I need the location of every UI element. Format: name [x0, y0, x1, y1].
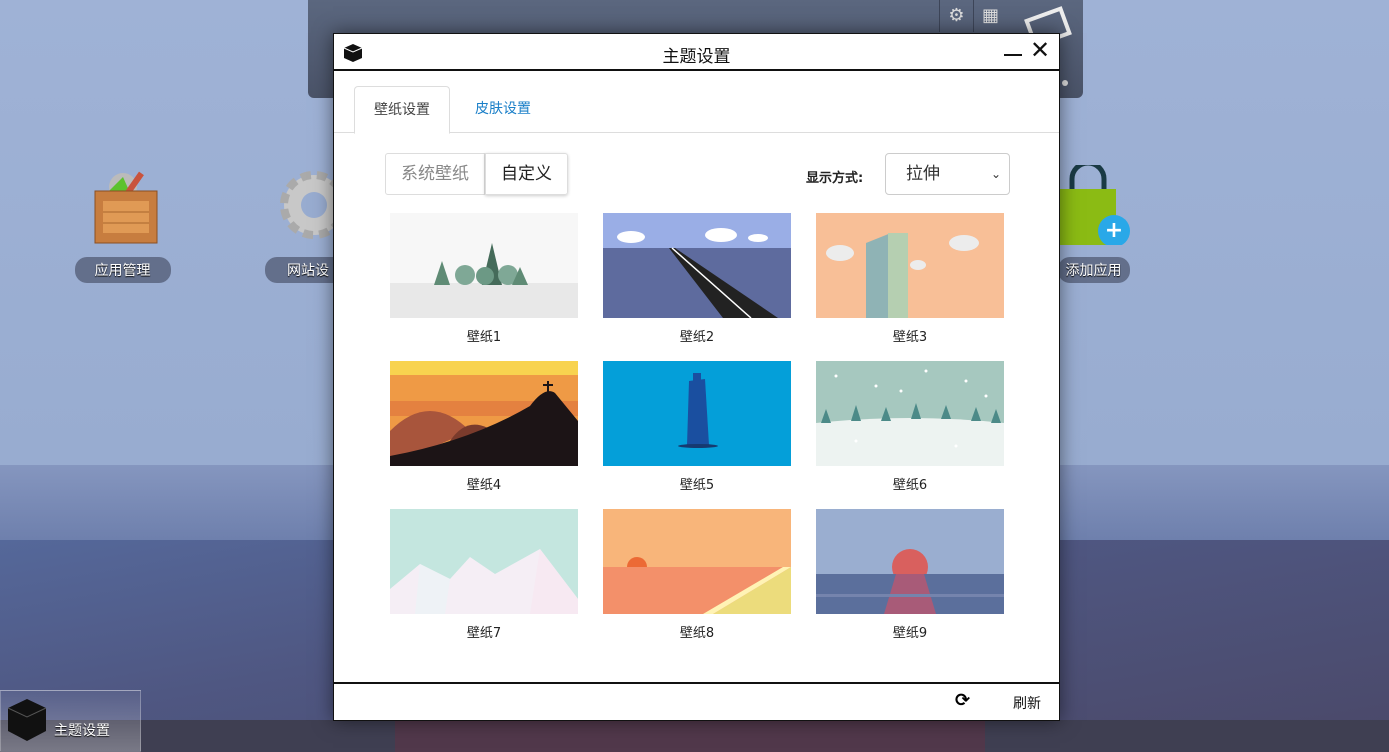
wallpaper-thumbnail — [390, 213, 578, 318]
minimize-button[interactable] — [1004, 54, 1022, 56]
cube-icon — [7, 699, 47, 741]
wallpaper-item[interactable]: 壁纸7 — [390, 509, 578, 641]
tab-skin-settings[interactable]: 皮肤设置 — [456, 86, 550, 134]
wallpaper-thumbnail — [816, 509, 1004, 614]
dialog-titlebar[interactable]: 主题设置 ✕ — [334, 34, 1059, 71]
wallpaper-caption: 壁纸5 — [679, 478, 715, 493]
wallpaper-item[interactable]: 壁纸9 — [816, 509, 1004, 641]
display-mode-value: 拉伸 — [906, 164, 940, 184]
display-mode-label: 显示方式: — [806, 171, 864, 186]
gear-icon — [280, 171, 342, 239]
dialog-footer: ⟳ 刷新 — [334, 682, 1059, 720]
wallpaper-item[interactable]: 壁纸5 — [603, 361, 791, 493]
wallpaper-item[interactable]: 壁纸6 — [816, 361, 1004, 493]
wallpaper-caption: 壁纸9 — [892, 626, 928, 641]
wallpaper-item[interactable]: 壁纸1 — [390, 213, 578, 345]
wallpaper-item[interactable]: 壁纸3 — [816, 213, 1004, 345]
wallpaper-caption: 壁纸7 — [466, 626, 502, 641]
wallpaper-item[interactable]: 壁纸4 — [390, 361, 578, 493]
wallpaper-thumbnail — [816, 361, 1004, 466]
refresh-button[interactable]: 刷新 — [1013, 693, 1041, 713]
close-button[interactable]: ✕ — [1030, 36, 1050, 64]
dialog-title: 主题设置 — [662, 47, 731, 67]
shopping-bag-plus-icon: + — [1060, 165, 1130, 245]
display-mode-select[interactable]: 拉伸 ⌄ — [885, 153, 1010, 195]
grid-icon[interactable]: ▦ — [973, 0, 1007, 32]
wallpaper-thumbnail — [603, 213, 791, 318]
wallpaper-grid: 壁纸1 壁纸2 壁纸3 壁纸4 壁纸5 壁纸6 壁纸7 壁纸8 壁纸9 — [390, 213, 1004, 641]
wallpaper-thumbnail — [603, 361, 791, 466]
theme-settings-dialog: 主题设置 ✕ 壁纸设置 皮肤设置 系统壁纸 自定义 显示方式: 拉伸 ⌄ 壁纸1… — [333, 33, 1060, 721]
settings-gear-icon[interactable]: ⚙ — [939, 0, 973, 32]
wallpaper-thumbnail — [816, 213, 1004, 318]
desktop-icon-label: 应用管理 — [74, 257, 171, 283]
wallpaper-caption: 壁纸3 — [892, 330, 928, 345]
refresh-icon[interactable]: ⟳ — [955, 690, 970, 711]
wallpaper-caption: 壁纸8 — [679, 626, 715, 641]
app-box-icon — [94, 171, 157, 244]
custom-wallpaper-button[interactable]: 自定义 — [485, 153, 568, 195]
desktop-icon-website-settings[interactable]: 网站设 — [262, 165, 342, 283]
taskbar-item-label: 主题设置 — [54, 723, 110, 739]
desktop-icon-add-app[interactable]: + 添加应用 — [1050, 165, 1137, 283]
dot-indicator — [1062, 80, 1068, 86]
wallpaper-thumbnail — [390, 361, 578, 466]
wallpaper-item[interactable]: 壁纸2 — [603, 213, 791, 345]
wallpaper-caption: 壁纸1 — [466, 330, 502, 345]
taskbar-item-theme-settings[interactable]: 主题设置 — [0, 690, 141, 752]
wallpaper-caption: 壁纸6 — [892, 478, 928, 493]
wallpaper-thumbnail — [390, 509, 578, 614]
desktop-icon-app-manager[interactable]: 应用管理 — [70, 165, 175, 283]
desktop-icon-label: 添加应用 — [1057, 257, 1130, 283]
system-wallpaper-button[interactable]: 系统壁纸 — [385, 153, 485, 195]
svg-text:+: + — [1105, 218, 1123, 243]
wallpaper-thumbnail — [603, 509, 791, 614]
wallpaper-source-toggle: 系统壁纸 自定义 — [385, 153, 568, 195]
chevron-down-icon: ⌄ — [990, 167, 1001, 181]
desktop-icon-label: 网站设 — [265, 257, 339, 283]
wallpaper-caption: 壁纸2 — [679, 330, 715, 345]
wallpaper-item[interactable]: 壁纸8 — [603, 509, 791, 641]
wallpaper-caption: 壁纸4 — [466, 478, 502, 493]
tab-wallpaper-settings[interactable]: 壁纸设置 — [354, 86, 450, 134]
